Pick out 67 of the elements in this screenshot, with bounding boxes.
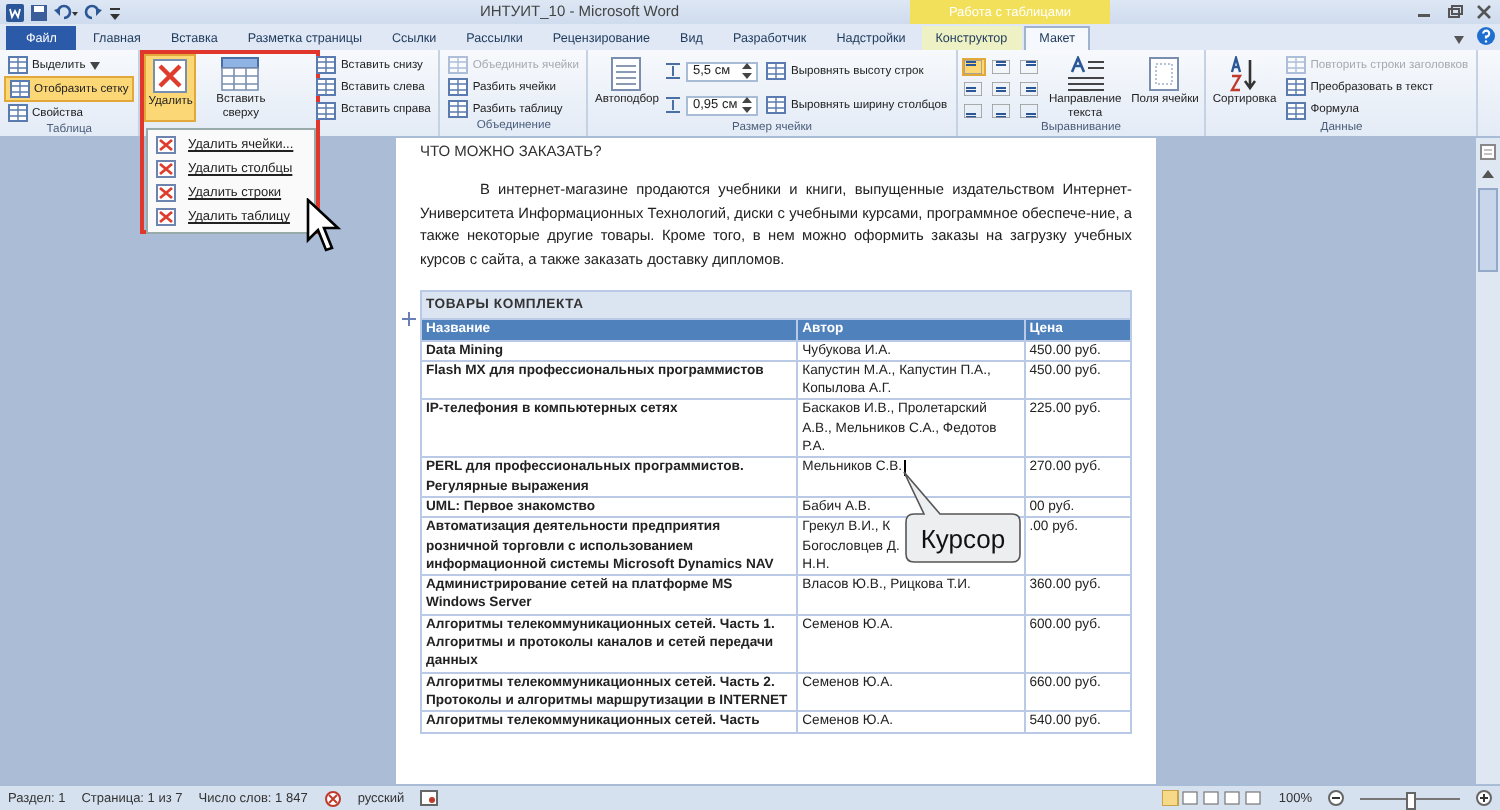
align-button[interactable] xyxy=(989,101,1014,119)
macro-icon[interactable] xyxy=(420,790,439,806)
delete-icon xyxy=(156,136,176,154)
delete-table-icon xyxy=(152,58,189,94)
align-button[interactable] xyxy=(989,79,1014,97)
proofing-icon[interactable] xyxy=(323,789,342,807)
word-logo-icon[interactable] xyxy=(6,3,24,21)
table-icon xyxy=(1286,101,1307,120)
view-buttons-icon[interactable] xyxy=(1162,790,1263,806)
align-button[interactable] xyxy=(1017,57,1042,75)
restore-icon[interactable] xyxy=(1444,4,1464,20)
redo-icon[interactable] xyxy=(84,3,102,21)
close-icon[interactable] xyxy=(1474,4,1494,20)
table-icon xyxy=(766,62,787,80)
zoom-slider[interactable] xyxy=(1406,791,1416,809)
sort-icon xyxy=(1228,56,1261,92)
align-button[interactable] xyxy=(961,57,986,75)
align-button[interactable] xyxy=(961,101,986,119)
align-button[interactable] xyxy=(989,57,1014,75)
table-icon xyxy=(448,56,469,74)
ruler-icon[interactable] xyxy=(1480,144,1496,160)
vertical-scrollbar[interactable] xyxy=(1476,138,1500,784)
text-direction-icon xyxy=(1065,56,1106,92)
table-icon xyxy=(766,96,787,114)
scroll-thumb[interactable] xyxy=(1478,188,1498,272)
align-icon xyxy=(964,81,983,95)
table-icon xyxy=(8,56,28,74)
table-icon xyxy=(448,100,469,118)
align-button[interactable] xyxy=(1017,79,1042,97)
table-icon xyxy=(8,104,28,122)
align-icon xyxy=(1020,81,1039,95)
insert-row-icon xyxy=(220,56,261,92)
delete-icon xyxy=(156,208,176,226)
align-icon xyxy=(992,103,1011,117)
table-icon xyxy=(10,80,30,98)
save-icon[interactable] xyxy=(30,3,48,21)
cell-margins-icon xyxy=(1148,56,1181,92)
table-icon xyxy=(316,56,337,75)
spinner-icon[interactable] xyxy=(742,62,753,80)
table-icon xyxy=(448,78,469,96)
customize-icon[interactable] xyxy=(108,3,122,21)
zoom-out-icon[interactable] xyxy=(1328,790,1344,806)
size-icon xyxy=(664,96,683,114)
align-icon xyxy=(1020,59,1039,73)
undo-icon[interactable] xyxy=(54,3,78,21)
align-icon xyxy=(1020,103,1039,117)
align-icon xyxy=(964,103,983,117)
size-icon xyxy=(664,62,683,80)
scroll-up-icon[interactable] xyxy=(1480,168,1496,180)
align-button[interactable] xyxy=(961,79,986,97)
table-icon xyxy=(316,78,337,97)
table-icon xyxy=(1286,78,1307,97)
autofit-icon xyxy=(610,56,643,92)
align-icon xyxy=(992,59,1011,73)
delete-icon xyxy=(156,184,176,202)
zoom-in-icon[interactable] xyxy=(1476,790,1492,806)
table-icon xyxy=(1286,56,1307,75)
align-button[interactable] xyxy=(1017,101,1042,119)
callout: Курсор xyxy=(900,470,1024,566)
delete-icon xyxy=(156,160,176,178)
align-icon xyxy=(964,59,983,73)
minimize-ribbon-icon[interactable] xyxy=(1452,34,1466,46)
help-icon[interactable] xyxy=(1476,26,1496,46)
table-icon xyxy=(316,101,337,120)
spinner-icon[interactable] xyxy=(742,96,753,114)
table-move-handle-icon[interactable] xyxy=(402,312,416,326)
align-icon xyxy=(992,81,1011,95)
